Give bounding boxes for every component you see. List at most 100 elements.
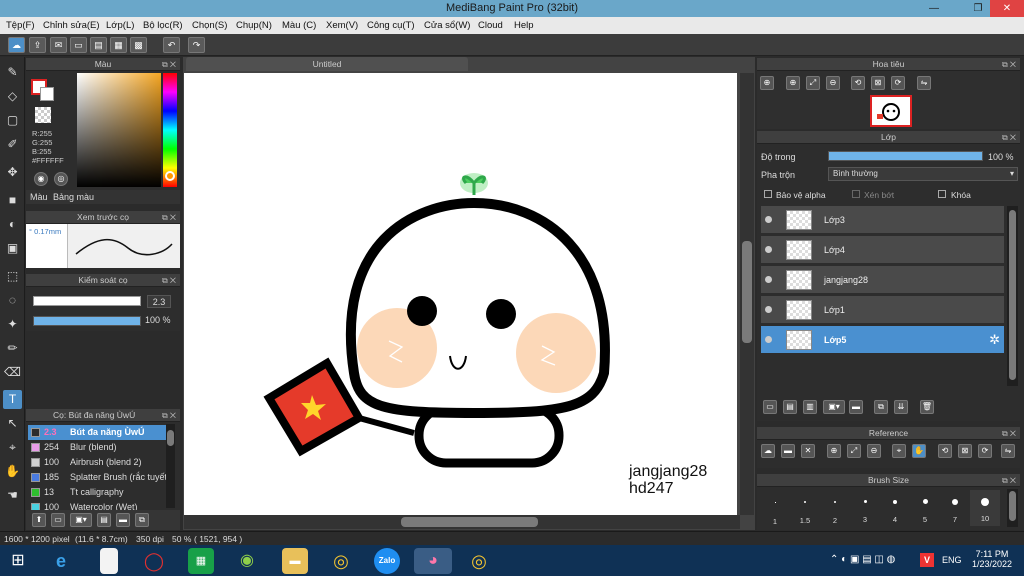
language-indicator[interactable]: ENG <box>942 555 962 565</box>
upload-icon[interactable]: ⇪ <box>29 37 46 53</box>
new-file-icon[interactable]: ▭ <box>70 37 87 53</box>
panel-controls-icon[interactable]: ⧉ ✕ <box>1002 427 1016 440</box>
size-preset[interactable]: 5 <box>910 490 940 526</box>
tab-color[interactable]: Màu <box>30 192 48 202</box>
opera-icon[interactable]: ◯ <box>141 548 167 574</box>
flip-icon[interactable]: ⇋ <box>1001 444 1015 458</box>
reset-view-icon[interactable]: ⊠ <box>958 444 972 458</box>
select-eraser-tool-icon[interactable]: ⌫ <box>3 363 22 382</box>
new-halftone-layer-icon[interactable]: ▤ <box>783 400 797 414</box>
menu-view[interactable]: Xem(V) <box>326 20 358 31</box>
layer-folder-icon[interactable]: ▬ <box>849 400 863 414</box>
size-preset[interactable]: 2 <box>820 490 850 526</box>
size-preset[interactable]: 1 <box>760 490 790 526</box>
brush-options-icon[interactable]: ▣▾ <box>70 513 92 527</box>
canvas-horizontal-scrollbar[interactable] <box>184 515 740 529</box>
brush-item[interactable]: 185 Splatter Brush (rắc tuyết) <box>28 470 174 485</box>
internet-explorer-icon[interactable]: e <box>48 548 74 574</box>
magic-wand-tool-icon[interactable]: ✦ <box>3 315 22 334</box>
menu-cloud[interactable]: Cloud <box>478 20 503 31</box>
zoom-tool-icon[interactable]: ☚ <box>3 486 22 505</box>
lock-checkbox[interactable] <box>938 190 946 198</box>
zoom-out-icon[interactable]: ⊖ <box>826 76 840 90</box>
file-explorer-icon[interactable]: ▬ <box>282 548 308 574</box>
protect-alpha-checkbox[interactable] <box>764 190 772 198</box>
flip-icon[interactable]: ⇋ <box>917 76 931 90</box>
brush-item[interactable]: 100 Airbrush (blend 2) <box>28 455 174 470</box>
menu-tools[interactable]: Công cụ(T) <box>367 20 415 31</box>
clipping-checkbox[interactable] <box>852 190 860 198</box>
text-tool-icon[interactable]: T <box>3 390 22 409</box>
clock[interactable]: 7:11 PM 1/23/2022 <box>970 549 1014 569</box>
zalo-icon[interactable]: Zalo <box>374 548 400 574</box>
brush-item[interactable]: 13 Tt calligraphy <box>28 485 174 500</box>
brush-size-value[interactable]: 2.3 <box>147 295 171 308</box>
minimize-button[interactable]: — <box>922 0 946 17</box>
blend-mode-select[interactable]: Bình thường ▾ <box>828 167 1018 181</box>
operation-tool-icon[interactable]: ↖ <box>3 414 22 433</box>
grid-settings-icon[interactable]: ▦ <box>110 37 127 53</box>
cloud-icon[interactable]: ☁ <box>761 444 775 458</box>
hue-slider[interactable] <box>163 73 177 187</box>
fill-rect-tool-icon[interactable]: ■ <box>3 191 22 210</box>
menu-edit[interactable]: Chỉnh sửa(E) <box>43 20 100 31</box>
merge-layer-icon[interactable]: ⇊ <box>894 400 908 414</box>
transparent-swatch[interactable] <box>35 107 51 123</box>
saturation-value-picker[interactable] <box>77 73 161 187</box>
zoom-out-icon[interactable]: ⊖ <box>867 444 881 458</box>
menu-layer[interactable]: Lớp(L) <box>106 20 134 31</box>
duplicate-layer-icon[interactable]: ⧉ <box>874 400 888 414</box>
store-icon[interactable]: ▦ <box>188 548 214 574</box>
drawing-canvas[interactable]: jangjang28 hd247 <box>184 73 737 515</box>
menu-window[interactable]: Cửa sổ(W) <box>424 20 470 31</box>
cloud-icon[interactable]: ☁ <box>8 37 25 53</box>
panel-controls-icon[interactable]: ⧉ ✕ <box>162 409 176 422</box>
shape-tool-icon[interactable]: ▢ <box>3 111 22 130</box>
panel-controls-icon[interactable]: ⧉ ✕ <box>1002 131 1016 144</box>
navigator-thumbnail[interactable] <box>870 95 912 127</box>
bucket-tool-icon[interactable]: ◐ <box>3 215 22 234</box>
menu-color[interactable]: Màu (C) <box>282 20 316 31</box>
restore-button[interactable]: ❐ <box>966 0 990 17</box>
tile-icon[interactable]: ▩ <box>130 37 147 53</box>
layer-row[interactable]: jangjang28 <box>761 266 1004 294</box>
document-tab[interactable]: Untitled <box>186 57 468 71</box>
zoom-in-icon[interactable]: ⊕ <box>827 444 841 458</box>
reset-view-icon[interactable]: ⊠ <box>871 76 885 90</box>
layer-options-icon[interactable]: ▣▾ <box>823 400 845 414</box>
fit-icon[interactable]: ⤢ <box>806 76 820 90</box>
close-icon[interactable]: ✕ <box>801 444 815 458</box>
color-history-icon[interactable]: ◎ <box>54 172 68 186</box>
select-tool-icon[interactable]: ⬚ <box>3 267 22 286</box>
palette-icon[interactable]: ◉ <box>34 172 48 186</box>
comment-icon[interactable]: ✉ <box>50 37 67 53</box>
eyedropper-tool-icon[interactable]: ⌖ <box>3 438 22 457</box>
hue-handle[interactable] <box>165 171 175 181</box>
size-preset[interactable]: 3 <box>850 490 880 526</box>
new-layer-icon[interactable]: ▭ <box>763 400 777 414</box>
gradient-tool-icon[interactable]: ▣ <box>3 239 22 258</box>
redo-icon[interactable]: ↷ <box>188 37 205 53</box>
visibility-icon[interactable] <box>765 336 772 343</box>
file-icon[interactable] <box>100 548 118 574</box>
dot-tool-icon[interactable]: ✐ <box>3 135 22 154</box>
tray-icons[interactable]: ⌃ ◐ ▣ ▤ ◫ ◍ <box>830 554 895 565</box>
brush-opacity-slider[interactable] <box>33 316 141 326</box>
rotate-left-icon[interactable]: ⟲ <box>851 76 865 90</box>
layer-opacity-slider[interactable] <box>828 151 983 161</box>
close-button[interactable]: ✕ <box>990 0 1024 17</box>
rotate-right-icon[interactable]: ⟳ <box>978 444 992 458</box>
size-preset-selected[interactable]: 10 <box>970 490 1000 526</box>
menu-help[interactable]: Help <box>514 20 534 31</box>
windows-start-icon[interactable]: ⊞ <box>5 548 31 574</box>
brush-item[interactable]: 100 Watercolor (Wet) <box>28 500 174 510</box>
brush-item[interactable]: 254 Blur (blend) <box>28 440 174 455</box>
layer-row-selected[interactable]: Lớp5 ✲ <box>761 326 1004 354</box>
fit-icon[interactable]: ⤢ <box>847 444 861 458</box>
panel-controls-icon[interactable]: ⧉ ✕ <box>1002 474 1016 487</box>
brush-size-scrollbar[interactable] <box>1007 489 1018 527</box>
rotate-left-icon[interactable]: ⟲ <box>938 444 952 458</box>
rotate-right-icon[interactable]: ⟳ <box>891 76 905 90</box>
menu-filter[interactable]: Bộ lọc(R) <box>143 20 183 31</box>
folder-icon[interactable]: ▬ <box>116 513 130 527</box>
